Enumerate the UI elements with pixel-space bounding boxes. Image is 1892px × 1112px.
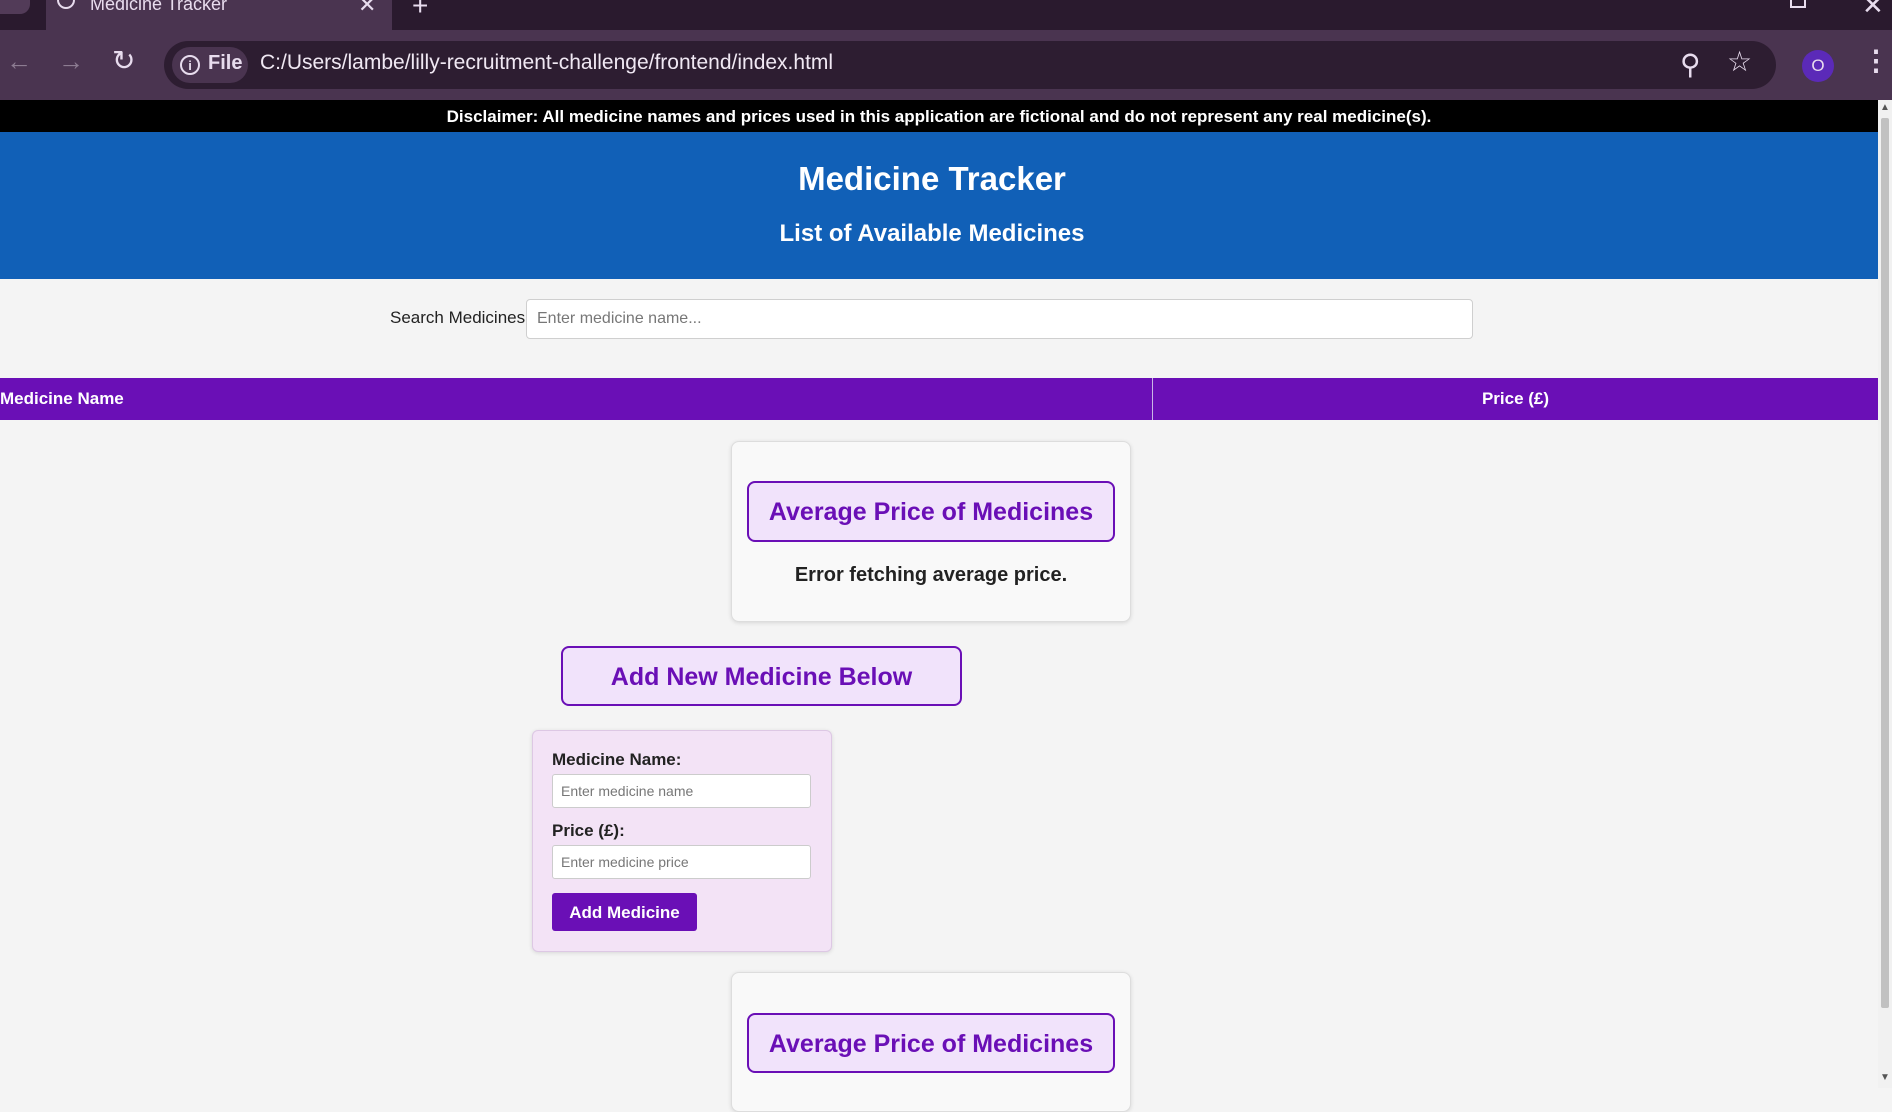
- page-title: Medicine Tracker: [798, 160, 1066, 197]
- arrow-left-icon[interactable]: ←: [6, 46, 32, 77]
- new-tab-icon[interactable]: +: [412, 0, 428, 22]
- globe-icon: [57, 0, 75, 9]
- reload-icon[interactable]: ↻: [112, 44, 135, 77]
- medicine-name-input[interactable]: [552, 774, 811, 808]
- tab-close-icon[interactable]: ✕: [358, 0, 376, 18]
- price-label: Price (£):: [552, 821, 625, 840]
- scrollbar-thumb[interactable]: [1881, 118, 1889, 1008]
- scroll-down-icon[interactable]: ▼: [1880, 1072, 1890, 1083]
- info-icon: i: [180, 55, 200, 75]
- url-text[interactable]: C:/Users/lambe/lilly-recruitment-challen…: [260, 51, 833, 75]
- arrow-right-icon[interactable]: →: [58, 46, 84, 77]
- profile-avatar[interactable]: O: [1802, 50, 1834, 82]
- average-price-button[interactable]: Average Price of Medicines: [747, 1013, 1115, 1073]
- tab-list-button[interactable]: [0, 0, 30, 14]
- close-window-icon[interactable]: ✕: [1862, 0, 1884, 21]
- file-label: File: [208, 52, 243, 74]
- tab-title: Medicine Tracker: [90, 0, 228, 14]
- page-header: [0, 132, 1878, 279]
- average-price-button[interactable]: Average Price of Medicines: [747, 481, 1115, 542]
- medicine-name-label: Medicine Name:: [552, 750, 682, 769]
- column-header-medicine-name: Medicine Name: [0, 389, 124, 408]
- star-icon[interactable]: ☆: [1727, 45, 1752, 78]
- disclaimer-banner: Disclaimer: All medicine names and price…: [0, 100, 1878, 132]
- scroll-up-icon[interactable]: ▲: [1880, 102, 1890, 113]
- search-label: Search Medicines:: [390, 308, 530, 327]
- column-header-price: Price (£): [1481, 389, 1550, 408]
- average-price-error: Error fetching average price.: [794, 564, 1068, 586]
- add-medicine-button[interactable]: Add Medicine: [552, 893, 697, 931]
- zoom-icon[interactable]: ⚲: [1680, 48, 1701, 81]
- search-input[interactable]: [526, 299, 1473, 339]
- restore-window-icon[interactable]: [1790, 0, 1806, 8]
- kebab-menu-icon[interactable]: ⋮: [1862, 44, 1890, 77]
- page-subtitle: List of Available Medicines: [779, 220, 1085, 247]
- medicine-price-input[interactable]: [552, 845, 811, 879]
- add-new-medicine-button[interactable]: Add New Medicine Below: [561, 646, 962, 706]
